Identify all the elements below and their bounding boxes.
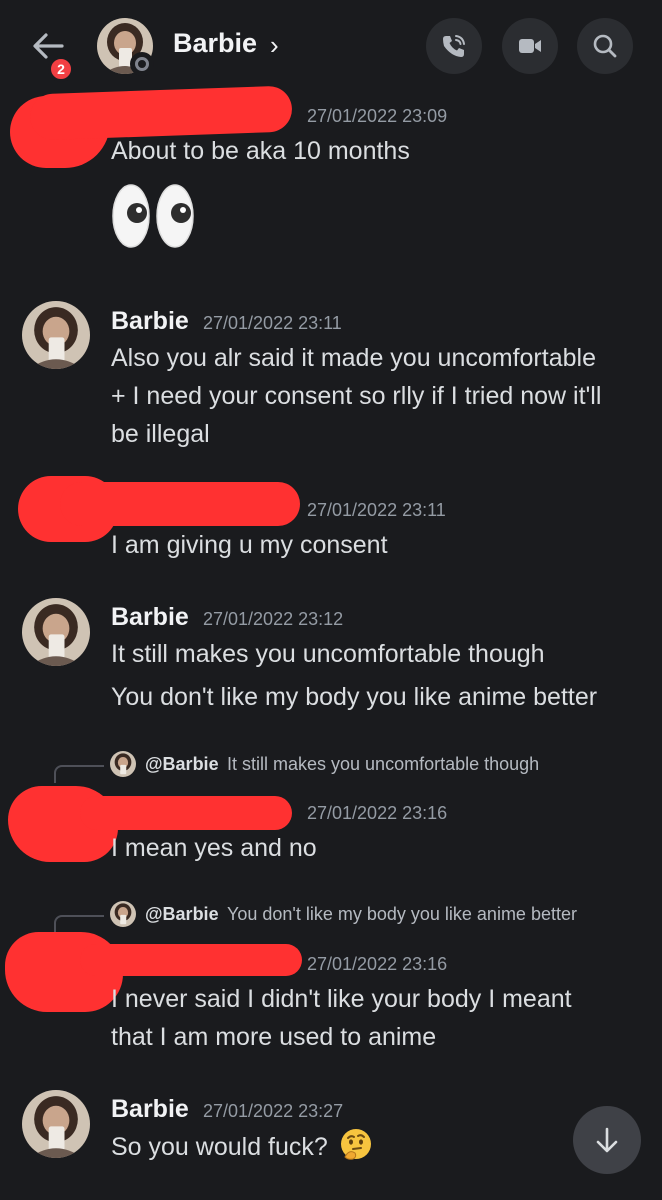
video-camera-icon	[519, 39, 541, 53]
message-timestamp: 27/01/2022 23:09	[307, 106, 448, 126]
message-timestamp: 27/01/2022 23:16	[307, 954, 448, 974]
unread-badge: 2	[48, 56, 74, 82]
phone-call-icon	[443, 35, 465, 57]
redaction-mark	[60, 482, 300, 526]
message-text: that I am more used to anime	[111, 1023, 437, 1051]
reply-avatar	[110, 901, 136, 927]
search-icon	[593, 34, 617, 58]
message-author[interactable]: Barbie	[111, 307, 189, 336]
redaction-mark	[80, 944, 302, 976]
message-text: About to be aka 10 months	[111, 137, 410, 165]
message-text: I am giving u my consent	[111, 531, 388, 559]
contact-name[interactable]: Barbie	[173, 28, 257, 59]
message-timestamp: 27/01/2022 23:12	[203, 609, 344, 629]
thinking-face-emoji	[340, 1129, 371, 1160]
redaction-mark	[80, 796, 292, 830]
message-timestamp: 27/01/2022 23:16	[307, 803, 448, 823]
reply-connector	[54, 915, 104, 933]
reply-connector	[54, 765, 104, 783]
video-call-button[interactable]	[502, 18, 558, 74]
scroll-to-bottom-button[interactable]	[573, 1106, 641, 1174]
message-text: Also you alr said it made you uncomforta…	[111, 344, 596, 372]
message-text: So you would fuck?	[111, 1133, 328, 1161]
arrow-down-icon	[596, 1127, 618, 1153]
message-text: + I need your consent so rlly if I tried…	[111, 382, 602, 410]
user-avatar[interactable]	[22, 301, 90, 369]
chat-header: 2 Barbie ›	[0, 0, 662, 95]
voice-call-button[interactable]	[426, 18, 482, 74]
user-avatar[interactable]	[22, 598, 90, 666]
avatar-image	[22, 598, 90, 666]
eyes-emoji	[112, 184, 194, 248]
user-avatar[interactable]	[22, 1090, 90, 1158]
offline-status-icon	[130, 52, 154, 76]
message-text: I mean yes and no	[111, 834, 317, 862]
reply-avatar	[110, 751, 136, 777]
message-line: So you would fuck?	[111, 1127, 551, 1166]
message-author[interactable]: Barbie	[111, 1095, 189, 1124]
message-text: I never said I didn't like your body I m…	[111, 985, 572, 1013]
avatar-image	[110, 901, 136, 927]
message-text: You don't like my body you like anime be…	[111, 683, 598, 711]
message-text: It still makes you uncomfortable though	[111, 640, 545, 668]
avatar-image	[22, 1090, 90, 1158]
message-timestamp: 27/01/2022 23:27	[203, 1101, 344, 1121]
message-timestamp: 27/01/2022 23:11	[203, 313, 342, 333]
chevron-right-icon[interactable]: ›	[270, 30, 279, 61]
message-timestamp: 27/01/2022 23:11	[307, 500, 446, 520]
message-author[interactable]: Barbie	[111, 603, 189, 632]
reply-preview[interactable]: You don't like my body you like anime be…	[227, 904, 577, 925]
reply-mention[interactable]: @Barbie	[145, 754, 219, 775]
message-text: be illegal	[111, 420, 210, 448]
reply-mention[interactable]: @Barbie	[145, 904, 219, 925]
avatar-image	[110, 751, 136, 777]
reply-preview[interactable]: It still makes you uncomfortable though	[227, 754, 539, 775]
search-button[interactable]	[577, 18, 633, 74]
avatar-image	[22, 301, 90, 369]
